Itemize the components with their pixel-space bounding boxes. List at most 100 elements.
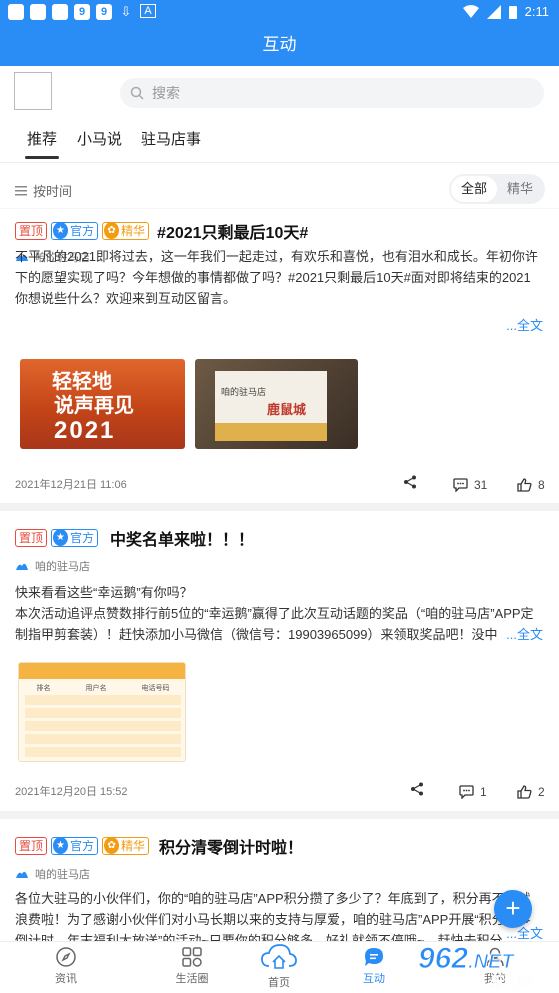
search-icon [130, 86, 144, 100]
category-tabs: 推荐 小马说 驻马店事 [0, 120, 559, 160]
image-caption: 说声再见 [54, 393, 134, 417]
search-placeholder: 搜索 [152, 85, 180, 101]
watermark-sub: 乐游网 [490, 974, 533, 991]
home-cloud-icon [261, 944, 297, 969]
compass-icon [56, 947, 76, 967]
table-header: 排名 用户名 电话号码 [36, 685, 170, 692]
post-body[interactable]: 不平凡的2021即将过去，这一年我们一起走过，有欢乐和喜悦，也有泪水和成长。年初… [15, 246, 543, 309]
read-more-link[interactable]: ...全文 [502, 315, 543, 336]
app-9-icon: 9 [96, 4, 112, 20]
top-badge: 置顶 [15, 837, 48, 855]
post-body[interactable]: 快来看看这些“幸运鹅”有你吗？ 本次活动追评点赞数排行前5位的“幸运鹅”赢得了此… [15, 582, 543, 645]
official-badge: 官方 [51, 837, 99, 855]
share-button[interactable] [403, 475, 417, 489]
sim-icon: A [140, 4, 156, 18]
author-name[interactable]: 咱的驻马店 [35, 866, 90, 882]
chat-bubble-icon [365, 948, 383, 966]
watermark-brand: 962 [417, 942, 469, 976]
post-card[interactable]: 置顶 官方 精华 #2021只剩最后10天# 咱的驻马店 不平凡的2021即将过… [0, 219, 559, 504]
post-separator [0, 503, 559, 511]
battery-icon [508, 5, 517, 19]
nav-life-circle[interactable]: 生活圈 [152, 946, 232, 986]
post-image[interactable]: 排名 用户名 电话号码 [18, 662, 186, 762]
nav-label: 生活圈 [175, 973, 209, 985]
search-row: 搜索 [0, 66, 559, 118]
comment-button[interactable]: 1 [459, 782, 487, 802]
post-body-text: 本次活动追评点赞数排行前5位的“幸运鹅”赢得了此次互动话题的奖品（“咱的驻马店”… [15, 606, 534, 642]
tab-xiaomashuo[interactable]: 小马说 [77, 128, 122, 149]
post-image[interactable]: 轻轻地 说声再见 2021 [20, 359, 185, 449]
watermark-logo: 962.NET 乐游网 [417, 940, 556, 992]
share-icon [404, 475, 416, 489]
read-more-link[interactable]: ...全文 [502, 624, 543, 645]
author-logo-icon [16, 871, 28, 878]
image-caption: 2021 [54, 417, 116, 444]
post-body[interactable]: 各位大驻马的小伙伴们，你的“咱的驻马店”APP积分攒了多少了？年底到了，积分再不… [15, 888, 543, 944]
tab-zhumadian-news[interactable]: 驻马店事 [141, 128, 201, 149]
grid-icon [182, 947, 202, 967]
essence-badge: 精华 [102, 222, 150, 240]
like-count: 8 [538, 478, 545, 492]
post-body-text: 不平凡的2021即将过去，这一年我们一起走过，有欢乐和喜悦，也有泪水和成长。年初… [15, 249, 538, 306]
share-button[interactable] [410, 782, 424, 796]
tab-recommend[interactable]: 推荐 [24, 128, 60, 159]
image-caption: 咱的驻马店 [221, 387, 267, 397]
sort-by-time-button[interactable]: 按时间 [15, 181, 72, 200]
create-post-button[interactable]: + [494, 890, 532, 928]
status-bar: 9 9 ⇩ A 2:11 [0, 0, 559, 24]
official-badge: 官方 [51, 222, 99, 240]
plus-icon: + [505, 893, 521, 923]
download-icon: ⇩ [120, 4, 132, 19]
post-card[interactable]: 置顶 官方 中奖名单来啦！！！ 咱的驻马店 快来看看这些“幸运鹅”有你吗？ 本次… [0, 526, 559, 806]
post-title[interactable]: 积分清零倒计时啦！ [159, 834, 303, 858]
post-separator [0, 811, 559, 819]
post-date: 2021年12月21日 11:06 [15, 479, 127, 491]
top-badge: 置顶 [15, 529, 48, 547]
post-date: 2021年12月20日 15:52 [15, 786, 128, 798]
segment-essence[interactable]: 精华 [497, 176, 543, 202]
author-name[interactable]: 咱的驻马店 [35, 558, 90, 574]
signal-icon [486, 4, 501, 19]
notification-icon [30, 4, 46, 20]
comment-count: 31 [474, 478, 488, 492]
search-input[interactable]: 搜索 [120, 78, 544, 108]
post-card[interactable]: 置顶 官方 精华 积分清零倒计时啦！ 咱的驻马店 各位大驻马的小伙伴们，你的“咱… [0, 834, 559, 944]
list-icon [15, 185, 27, 195]
essence-badge: 精华 [102, 837, 150, 855]
nav-news[interactable]: 资讯 [26, 946, 106, 986]
official-badge: 官方 [51, 529, 99, 547]
wifi-icon [462, 4, 479, 18]
comment-icon [459, 785, 474, 799]
notification-icon [52, 4, 68, 20]
like-button[interactable]: 2 [517, 782, 545, 802]
app-9-icon: 9 [74, 4, 90, 20]
sort-label: 按时间 [33, 184, 73, 199]
author-logo-icon [16, 563, 28, 570]
share-icon [411, 782, 423, 796]
post-body-text: 各位大驻马的小伙伴们，你的“咱的驻马店”APP积分攒了多少了？年底到了，积分再不… [15, 891, 531, 944]
comment-icon [453, 478, 468, 492]
divider [0, 208, 559, 209]
notification-icon [8, 4, 24, 20]
divider [0, 162, 559, 163]
status-time: 2:11 [524, 4, 549, 19]
segment-all[interactable]: 全部 [451, 176, 497, 202]
nav-label: 首页 [268, 977, 290, 989]
nav-label: 资讯 [55, 973, 77, 985]
nav-home[interactable]: 首页 [239, 942, 319, 990]
post-title[interactable]: 中奖名单来啦！！！ [110, 526, 254, 550]
image-caption: 鹿鼠城 [267, 402, 307, 417]
post-title[interactable]: #2021只剩最后10天# [157, 219, 308, 243]
filter-segment: 全部 精华 [449, 174, 545, 204]
nav-interaction[interactable]: 互动 [334, 946, 414, 986]
like-button[interactable]: 8 [517, 475, 545, 495]
page-title: 互动 [0, 24, 559, 66]
comment-count: 1 [480, 785, 487, 799]
comment-button[interactable]: 31 [453, 475, 487, 495]
post-body-line: 快来看看这些“幸运鹅”有你吗？ [15, 585, 193, 600]
post-image[interactable]: 咱的驻马店 鹿鼠城 [195, 359, 358, 449]
like-count: 2 [538, 785, 545, 799]
nav-label: 互动 [363, 973, 385, 985]
thumbs-up-icon [517, 478, 532, 492]
avatar[interactable] [14, 72, 52, 110]
